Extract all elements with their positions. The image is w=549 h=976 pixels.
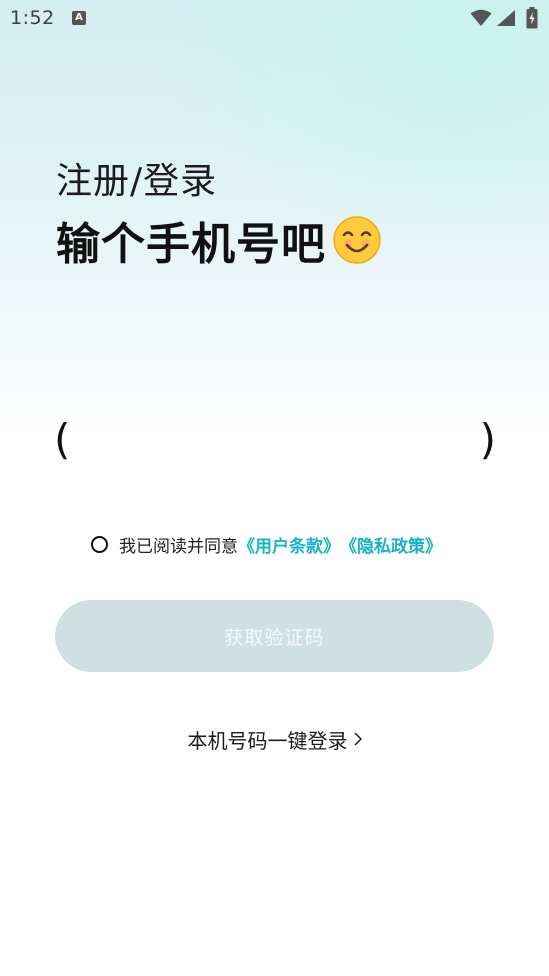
phone-input-row: ( ) bbox=[52, 410, 498, 470]
signal-icon bbox=[497, 10, 515, 26]
wifi-icon bbox=[470, 9, 492, 26]
notification-a-icon: A bbox=[72, 11, 86, 25]
privacy-link[interactable]: 《隐私政策》 bbox=[340, 532, 442, 557]
status-time: 1:52 bbox=[10, 7, 55, 29]
page-subtitle-text: 输个手机号吧 bbox=[56, 219, 326, 270]
phone-input[interactable] bbox=[92, 418, 458, 462]
login-screen: 注册/登录 输个手机号吧 ( ) 我已阅读并同意 《用户条款》 《隐私政策》 获… bbox=[0, 0, 549, 976]
get-code-button[interactable]: 获取验证码 bbox=[55, 600, 494, 672]
phone-right-paren: ) bbox=[479, 415, 496, 464]
radio-icon[interactable] bbox=[91, 535, 108, 553]
status-bar: 1:52 A bbox=[0, 0, 549, 36]
terms-link[interactable]: 《用户条款》 bbox=[238, 532, 340, 557]
page-title: 注册/登录 bbox=[56, 161, 218, 202]
battery-icon bbox=[526, 7, 538, 29]
agreement-row: 我已阅读并同意 《用户条款》 《隐私政策》 bbox=[91, 532, 442, 557]
one-click-login-link[interactable]: 本机号码一键登录 bbox=[0, 726, 549, 753]
page-subtitle: 输个手机号吧 bbox=[56, 208, 382, 272]
phone-left-paren: ( bbox=[54, 415, 71, 464]
smile-icon bbox=[333, 216, 381, 264]
chevron-right-icon bbox=[353, 732, 362, 746]
agreement-text: 我已阅读并同意 bbox=[119, 536, 238, 557]
one-click-login-label: 本机号码一键登录 bbox=[187, 728, 348, 753]
